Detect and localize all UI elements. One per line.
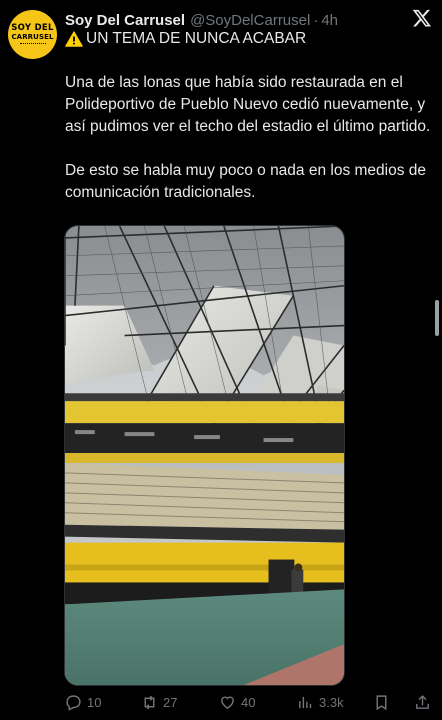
bookmark-button[interactable]: [373, 690, 390, 714]
x-logo-icon[interactable]: [412, 8, 432, 28]
repost-button[interactable]: 27: [141, 690, 177, 714]
tweet-actions: 10 27 40 3.3k: [65, 690, 435, 714]
tweet-body: Una de las lonas que había sido restaura…: [65, 72, 435, 226]
avatar[interactable]: SOY DEL CARRUSEL: [8, 10, 57, 59]
timestamp[interactable]: 4h: [321, 12, 338, 29]
warning-icon: [65, 31, 83, 47]
like-icon: [221, 696, 234, 709]
stadium-photo: [65, 226, 344, 685]
author-name[interactable]: Soy Del Carrusel: [65, 12, 185, 29]
separator-dot: ·: [313, 11, 319, 29]
reply-button[interactable]: 10: [65, 690, 101, 714]
reply-icon: [66, 694, 81, 711]
reply-count: 10: [87, 694, 102, 710]
tweet-card[interactable]: SOY DEL CARRUSEL Soy Del Carrusel @SoyDe…: [0, 0, 442, 720]
tweet-paragraph: De esto se habla muy poco o nada en los …: [65, 162, 427, 201]
avatar-decoration: [19, 42, 46, 45]
bookmark-icon: [376, 694, 387, 710]
tweet-title: UN TEMA DE NUNCA ACABAR: [65, 30, 306, 48]
tweet-paragraph: Una de las lonas que había sido restaura…: [65, 74, 431, 135]
tweet-photo-stadium[interactable]: [64, 225, 345, 686]
scrollbar-thumb[interactable]: [435, 300, 439, 336]
repost-icon: [144, 695, 155, 709]
repost-count: 27: [163, 694, 178, 710]
like-button[interactable]: 40: [219, 690, 255, 714]
like-count: 40: [241, 694, 256, 710]
views-count: 3.3k: [319, 694, 344, 710]
share-icon: [416, 694, 429, 709]
views-button[interactable]: 3.3k: [297, 690, 344, 714]
tweet-header: Soy Del Carrusel @SoyDelCarrusel · 4h: [65, 10, 402, 30]
author-handle[interactable]: @SoyDelCarrusel: [190, 12, 310, 29]
views-icon: [299, 696, 312, 708]
title-text: UN TEMA DE NUNCA ACABAR: [86, 30, 307, 47]
avatar-text-line1: SOY DEL: [11, 23, 54, 34]
share-button[interactable]: [414, 690, 431, 714]
avatar-text-line2: CARRUSEL: [11, 32, 54, 41]
